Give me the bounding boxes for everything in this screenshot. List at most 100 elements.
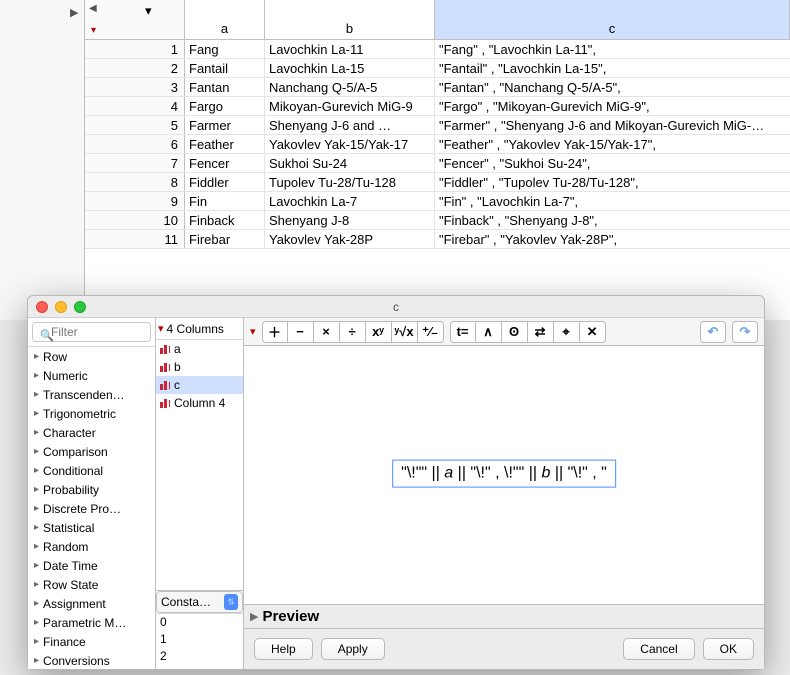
constants-list[interactable]: 012 [156, 613, 243, 669]
minimize-icon[interactable] [55, 301, 67, 313]
row-number[interactable]: 9 [85, 192, 185, 210]
cell[interactable]: Lavochkin La-7 [265, 192, 435, 210]
close-icon[interactable] [36, 301, 48, 313]
titlebar[interactable]: c [28, 296, 764, 318]
operator-button[interactable]: xʸ [366, 321, 392, 343]
category-item[interactable]: ▸Character [28, 423, 155, 442]
disclosure-icon[interactable]: ▶ [250, 610, 258, 623]
cell[interactable]: Yakovlev Yak-28P [265, 230, 435, 248]
column-item[interactable]: c [156, 376, 243, 394]
cancel-button[interactable]: Cancel [623, 638, 694, 660]
operator-button[interactable]: ⇄ [528, 321, 554, 343]
cell[interactable]: "Fencer" , "Sukhoi Su-24", [435, 154, 790, 172]
disclosure-icon[interactable]: ▶ [70, 6, 78, 19]
cell[interactable]: "Fantail" , "Lavochkin La-15", [435, 59, 790, 77]
table-row[interactable]: 5 Farmer Shenyang J-6 and … "Farmer" , "… [85, 116, 790, 135]
column-item[interactable]: a [156, 340, 243, 358]
cell[interactable]: "Fiddler" , "Tupolev Tu-28/Tu-128", [435, 173, 790, 191]
cell[interactable]: Yakovlev Yak-15/Yak-17 [265, 135, 435, 153]
cell[interactable]: Tupolev Tu-28/Tu-128 [265, 173, 435, 191]
menu-icon[interactable]: ▾ [250, 325, 256, 338]
cell[interactable]: Firebar [185, 230, 265, 248]
operator-button[interactable]: ✕ [580, 321, 606, 343]
operator-button[interactable]: − [288, 321, 314, 343]
table-row[interactable]: 4 Fargo Mikoyan-Gurevich MiG-9 "Fargo" ,… [85, 97, 790, 116]
cell[interactable]: "Fin" , "Lavochkin La-7", [435, 192, 790, 210]
column-item[interactable]: b [156, 358, 243, 376]
cell[interactable]: "Fantan" , "Nanchang Q-5/A-5", [435, 78, 790, 96]
row-number[interactable]: 1 [85, 40, 185, 58]
category-item[interactable]: ▸Row [28, 347, 155, 366]
cell[interactable]: Lavochkin La-15 [265, 59, 435, 77]
sheet-body[interactable]: 1 Fang Lavochkin La-11 "Fang" , "Lavochk… [85, 40, 790, 320]
cell[interactable]: Shenyang J-6 and … [265, 116, 435, 134]
row-number[interactable]: 4 [85, 97, 185, 115]
formula-area[interactable]: "\!"" || a || "\!" , \!"" || b || "\!" ,… [244, 346, 764, 605]
cell[interactable]: Shenyang J-8 [265, 211, 435, 229]
category-item[interactable]: ▸Trigonometric [28, 404, 155, 423]
category-item[interactable]: ▸Parametric M… [28, 613, 155, 632]
cell[interactable]: Feather [185, 135, 265, 153]
category-item[interactable]: ▸Discrete Pro… [28, 499, 155, 518]
cell[interactable]: Fencer [185, 154, 265, 172]
cell[interactable]: "Firebar" , "Yakovlev Yak-28P", [435, 230, 790, 248]
row-number[interactable]: 7 [85, 154, 185, 172]
cell[interactable]: Lavochkin La-11 [265, 40, 435, 58]
formula-expression[interactable]: "\!"" || a || "\!" , \!"" || b || "\!" ,… [392, 460, 616, 488]
category-item[interactable]: ▸Transcenden… [28, 385, 155, 404]
cell[interactable]: Fang [185, 40, 265, 58]
row-number[interactable]: 6 [85, 135, 185, 153]
cell[interactable]: Farmer [185, 116, 265, 134]
cell[interactable]: Fin [185, 192, 265, 210]
category-item[interactable]: ▸Statistical [28, 518, 155, 537]
cell[interactable]: Fargo [185, 97, 265, 115]
maximize-icon[interactable] [74, 301, 86, 313]
cell[interactable]: Fiddler [185, 173, 265, 191]
column-item[interactable]: Column 4 [156, 394, 243, 412]
cell[interactable]: Sukhoi Su-24 [265, 154, 435, 172]
table-row[interactable]: 10 Finback Shenyang J-8 "Finback" , "She… [85, 211, 790, 230]
cell[interactable]: Mikoyan-Gurevich MiG-9 [265, 97, 435, 115]
columns-header[interactable]: ▾ 4 Columns [156, 318, 243, 340]
column-header-a[interactable]: a [185, 0, 265, 39]
row-number[interactable]: 10 [85, 211, 185, 229]
constant-item[interactable]: 0 [156, 614, 243, 631]
cell[interactable]: "Farmer" , "Shenyang J-6 and Mikoyan-Gur… [435, 116, 790, 134]
columns-list[interactable]: abcColumn 4 [156, 340, 243, 590]
operator-button[interactable]: ＋ [262, 321, 288, 343]
row-number[interactable]: 11 [85, 230, 185, 248]
constants-select[interactable]: Consta… ⥮ [156, 591, 243, 613]
cell[interactable]: "Finback" , "Shenyang J-8", [435, 211, 790, 229]
row-number[interactable]: 3 [85, 78, 185, 96]
cell[interactable]: Fantail [185, 59, 265, 77]
table-row[interactable]: 1 Fang Lavochkin La-11 "Fang" , "Lavochk… [85, 40, 790, 59]
operator-button[interactable]: × [314, 321, 340, 343]
row-number[interactable]: 5 [85, 116, 185, 134]
column-header-c[interactable]: c [435, 0, 790, 39]
category-item[interactable]: ▸Probability [28, 480, 155, 499]
constant-item[interactable]: 2 [156, 648, 243, 665]
category-item[interactable]: ▸Random [28, 537, 155, 556]
undo-button[interactable]: ↶ [700, 321, 726, 343]
operator-button[interactable]: ʸ√x [392, 321, 418, 343]
table-row[interactable]: 2 Fantail Lavochkin La-15 "Fantail" , "L… [85, 59, 790, 78]
cell[interactable]: "Feather" , "Yakovlev Yak-15/Yak-17", [435, 135, 790, 153]
column-header-b[interactable]: b [265, 0, 435, 39]
row-number[interactable]: 8 [85, 173, 185, 191]
operator-button[interactable]: ∧ [476, 321, 502, 343]
table-row[interactable]: 6 Feather Yakovlev Yak-15/Yak-17 "Feathe… [85, 135, 790, 154]
preview-bar[interactable]: ▶ Preview [244, 605, 764, 629]
cell[interactable]: "Fargo" , "Mikoyan-Gurevich MiG-9", [435, 97, 790, 115]
cell[interactable]: Nanchang Q-5/A-5 [265, 78, 435, 96]
table-row[interactable]: 11 Firebar Yakovlev Yak-28P "Firebar" , … [85, 230, 790, 249]
category-item[interactable]: ▸Finance [28, 632, 155, 651]
operator-button[interactable]: ⌖ [554, 321, 580, 343]
cell[interactable]: "Fang" , "Lavochkin La-11", [435, 40, 790, 58]
cell[interactable]: Fantan [185, 78, 265, 96]
operator-button[interactable]: ⁺∕₋ [418, 321, 444, 343]
category-item[interactable]: ▸Conditional [28, 461, 155, 480]
category-item[interactable]: ▸Numeric [28, 366, 155, 385]
constant-item[interactable]: 1 [156, 631, 243, 648]
menu-icon[interactable]: ▾ [158, 322, 164, 335]
category-item[interactable]: ▸Assignment [28, 594, 155, 613]
